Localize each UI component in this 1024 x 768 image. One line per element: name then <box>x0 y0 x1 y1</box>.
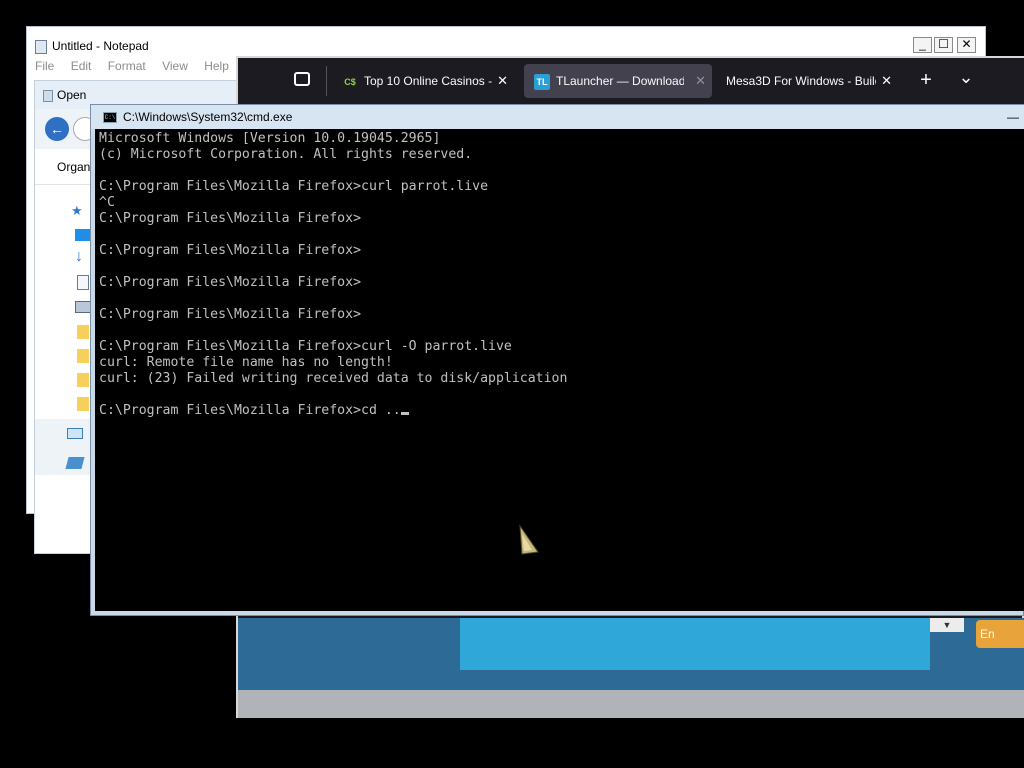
text-cursor <box>400 412 409 415</box>
tab-separator <box>326 66 327 96</box>
maximize-button[interactable]: ☐ <box>934 37 953 53</box>
folder-icon[interactable] <box>77 397 89 411</box>
tab-title: Top 10 Online Casinos - H <box>364 74 492 88</box>
minimize-button[interactable]: — <box>1007 111 1019 123</box>
quick-access-star-icon[interactable]: ★ <box>71 204 85 217</box>
desktop-icon[interactable] <box>75 229 91 241</box>
menu-file[interactable]: File <box>35 59 54 73</box>
tab-mesa3d[interactable]: Mesa3D For Windows - Build ✕ <box>716 64 898 98</box>
notepad-icon <box>35 39 47 54</box>
pictures-icon[interactable] <box>75 301 91 313</box>
close-button[interactable]: ✕ <box>957 37 976 53</box>
menu-edit[interactable]: Edit <box>71 59 92 73</box>
console-output-area[interactable]: Microsoft Windows [Version 10.0.19045.29… <box>95 129 1024 611</box>
page-banner <box>460 618 930 670</box>
downloads-icon[interactable]: ↓ <box>75 249 89 265</box>
document-icon <box>43 89 53 102</box>
tab-title: TLauncher — Download <box>556 74 684 88</box>
menu-view[interactable]: View <box>162 59 188 73</box>
tlauncher-favicon-icon: TL <box>534 73 550 90</box>
firefox-view-icon[interactable] <box>294 72 310 86</box>
cmd-title: C:\Windows\System32\cmd.exe <box>123 110 293 124</box>
tab-list-chevron-icon[interactable]: ⌄ <box>956 68 976 88</box>
casino-favicon-icon: C$ <box>342 73 358 90</box>
notepad-title: Untitled - Notepad <box>52 39 149 53</box>
console-icon: C:\ <box>103 112 117 123</box>
open-dialog-title: Open <box>57 88 87 102</box>
menu-help[interactable]: Help <box>204 59 229 73</box>
close-tab-icon[interactable]: ✕ <box>497 64 508 98</box>
tab-title: Mesa3D For Windows - Build <box>726 74 876 88</box>
back-arrow-icon[interactable]: ← <box>45 117 69 141</box>
network-icon <box>65 457 85 469</box>
console-text: Microsoft Windows [Version 10.0.19045.29… <box>99 131 568 418</box>
page-download-button[interactable]: En <box>976 620 1024 648</box>
new-tab-button[interactable]: + <box>916 70 936 90</box>
computer-icon <box>67 428 83 439</box>
cmd-titlebar[interactable]: C:\ C:\Windows\System32\cmd.exe — <box>91 105 1024 129</box>
cmd-window[interactable]: C:\ C:\Windows\System32\cmd.exe — Micros… <box>90 104 1024 616</box>
firefox-tabbar: C$ Top 10 Online Casinos - H ✕ TL TLaunche… <box>238 58 1024 104</box>
notepad-titlebar[interactable]: Untitled - Notepad <box>35 37 555 55</box>
tab-tlauncher[interactable]: TL TLauncher — Download ✕ <box>524 64 712 98</box>
minimize-button[interactable]: _ <box>913 37 932 53</box>
close-tab-icon[interactable]: ✕ <box>881 64 892 98</box>
tab-casinos[interactable]: C$ Top 10 Online Casinos - H ✕ <box>332 64 514 98</box>
documents-icon[interactable] <box>77 275 89 290</box>
mouse-pointer-icon <box>519 524 539 555</box>
close-tab-icon[interactable]: ✕ <box>695 64 706 98</box>
folder-icon[interactable] <box>77 373 89 387</box>
firefox-page-footer <box>238 690 1024 718</box>
folder-icon[interactable] <box>77 349 89 363</box>
menu-format[interactable]: Format <box>108 59 146 73</box>
page-dropdown-arrow[interactable]: ▼ <box>930 618 964 632</box>
folder-icon[interactable] <box>77 325 89 339</box>
